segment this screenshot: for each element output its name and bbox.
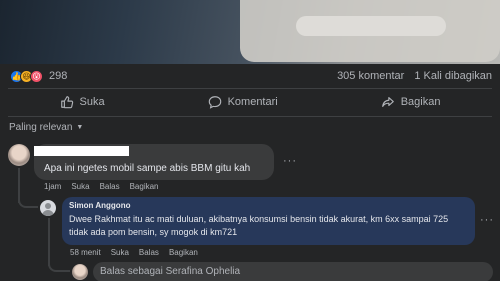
comment-meta: 1jam Suka Balas Bagikan — [44, 182, 159, 191]
share-button[interactable]: Bagikan — [381, 95, 441, 109]
chevron-down-icon: ▼ — [76, 124, 84, 131]
like-button[interactable]: Suka — [60, 95, 105, 109]
comment-share-link[interactable]: Bagikan — [130, 182, 159, 191]
reply-meta: 58 menit Suka Balas Bagikan — [70, 248, 198, 257]
comment-timestamp[interactable]: 1jam — [44, 182, 61, 191]
reply-reply-link[interactable]: Balas — [139, 248, 159, 257]
share-count[interactable]: 1 Kali dibagikan — [414, 70, 492, 82]
reaction-count[interactable]: 298 — [49, 70, 67, 82]
avatar[interactable] — [8, 144, 30, 166]
redacted-commenter-name — [34, 146, 129, 156]
comment-reply-link[interactable]: Balas — [100, 182, 120, 191]
comment-button[interactable]: Komentari — [208, 95, 278, 109]
thread-connector — [48, 218, 50, 266]
share-arrow-icon — [381, 97, 394, 107]
comment-count[interactable]: 305 komentar — [337, 70, 404, 82]
current-user-avatar — [72, 264, 88, 280]
reply-text: Dwee Rakhmat itu ac mati duluan, akibatn… — [69, 214, 449, 237]
post-media[interactable] — [0, 0, 500, 64]
thread-connector — [18, 196, 38, 208]
thumbs-up-icon — [60, 96, 73, 109]
comment-menu-icon[interactable]: ··· — [283, 155, 297, 167]
reaction-summary: 👍 😆 😮 298 305 komentar 1 Kali dibagikan — [10, 68, 492, 84]
comment-bubble-icon — [208, 96, 221, 109]
reply-menu-icon[interactable]: ··· — [480, 214, 494, 226]
reply-input[interactable]: Balas sebagai Serafina Ophelia — [93, 262, 493, 281]
sort-label: Paling relevan — [9, 122, 73, 133]
wow-reaction-icon[interactable]: 😮 — [30, 69, 43, 83]
share-label: Bagikan — [400, 96, 441, 108]
comment-sort-dropdown[interactable]: Paling relevan ▼ — [9, 122, 83, 133]
avatar-body — [42, 210, 54, 216]
divider — [8, 88, 492, 89]
reply-share-link[interactable]: Bagikan — [169, 248, 198, 257]
comment-label: Komentari — [227, 96, 278, 108]
reply-like-link[interactable]: Suka — [111, 248, 129, 257]
post-actions: Suka Komentari Bagikan — [8, 90, 492, 114]
comment-like-link[interactable]: Suka — [71, 182, 89, 191]
like-label: Suka — [79, 96, 105, 108]
reply-timestamp[interactable]: 58 menit — [70, 248, 101, 257]
avatar-head — [45, 203, 51, 209]
media-input-pill — [296, 16, 446, 36]
avatar[interactable] — [40, 200, 56, 216]
comment-text: Apa ini ngetes mobil sampe abis BBM gitu… — [44, 163, 251, 174]
divider — [8, 116, 492, 117]
thread-connector — [48, 262, 70, 272]
reply-author-name[interactable]: Simon Anggono — [69, 201, 130, 210]
